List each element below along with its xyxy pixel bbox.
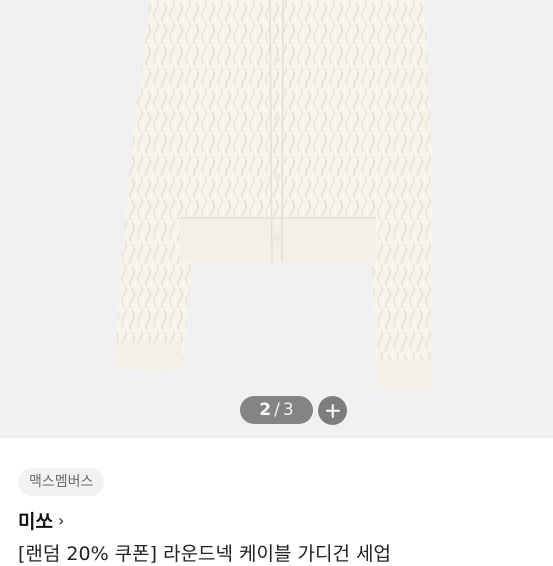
product-image-area[interactable]: 2 / 3 <box>0 0 553 438</box>
membership-badge: 맥스멤버스 <box>18 468 105 496</box>
image-counter: 2 / 3 <box>240 396 313 424</box>
cardigan-product-image <box>115 0 432 388</box>
image-counter-current: 2 <box>259 400 272 420</box>
brand-link[interactable]: 미쏘 › <box>18 507 64 534</box>
chevron-right-icon: › <box>57 511 65 530</box>
plus-icon-vertical <box>331 403 334 418</box>
zoom-plus-button[interactable] <box>318 396 347 425</box>
image-counter-total: 3 <box>282 400 294 420</box>
brand-name: 미쏘 <box>18 511 53 533</box>
image-counter-separator: / <box>274 400 280 420</box>
